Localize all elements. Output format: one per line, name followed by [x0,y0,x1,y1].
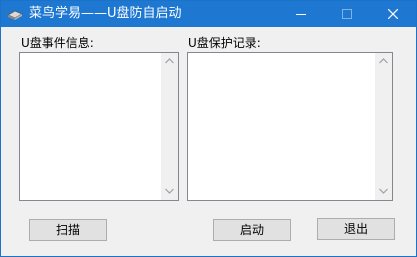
chevron-up-icon [379,58,388,64]
usb-event-info-list[interactable] [19,52,179,201]
usb-protection-log-list[interactable] [187,52,393,201]
vertical-scrollbar[interactable] [161,53,178,200]
vertical-scrollbar[interactable] [375,53,392,200]
app-icon [7,7,23,21]
minimize-icon [296,14,306,15]
scroll-up-button[interactable] [375,53,392,70]
close-icon [388,9,398,19]
scroll-down-button[interactable] [375,183,392,200]
maximize-button[interactable] [324,1,370,27]
usb-protection-log-label: U盘保护记录: [188,36,261,50]
exit-button[interactable]: 退出 [317,218,395,240]
title-bar[interactable]: 菜鸟学易——U盘防自启动 [1,1,416,27]
close-button[interactable] [370,1,416,27]
maximize-icon [342,9,352,19]
start-button[interactable]: 启动 [213,219,291,241]
scroll-up-button[interactable] [161,53,178,70]
chevron-down-icon [379,188,388,194]
app-window: 菜鸟学易——U盘防自启动 U盘事件信息: U盘保护记录: 扫描 启动 退出 [0,0,417,257]
scan-button[interactable]: 扫描 [29,219,107,241]
scroll-down-button[interactable] [161,183,178,200]
chevron-up-icon [165,58,174,64]
usb-event-info-label: U盘事件信息: [21,36,94,50]
window-title: 菜鸟学易——U盘防自启动 [29,6,182,21]
minimize-button[interactable] [278,1,324,27]
chevron-down-icon [165,188,174,194]
